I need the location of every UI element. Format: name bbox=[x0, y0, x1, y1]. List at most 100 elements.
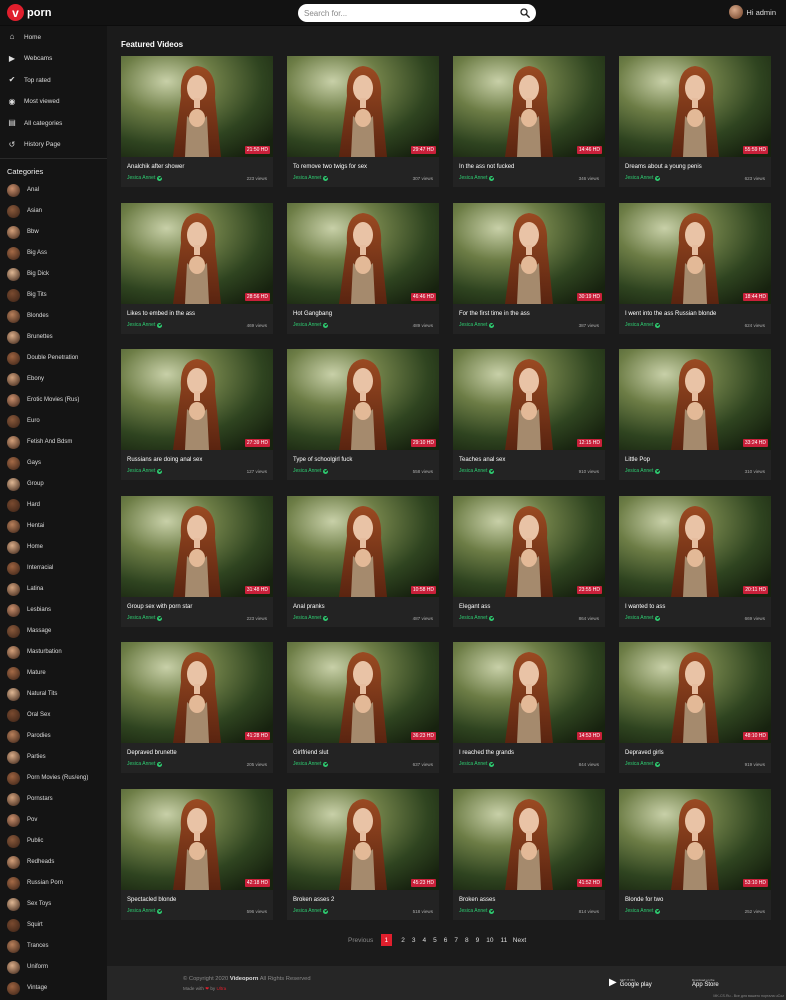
video-author[interactable]: Jesica Annet bbox=[625, 908, 661, 914]
category-item[interactable]: Group bbox=[0, 474, 107, 495]
page-6-button[interactable]: 6 bbox=[444, 937, 448, 944]
category-item[interactable]: Brunettes bbox=[0, 327, 107, 348]
video-card[interactable]: 14:46 HD In the ass not fucked Jesica Anne… bbox=[453, 56, 605, 187]
video-author[interactable]: Jesica Annet bbox=[459, 175, 495, 181]
category-item[interactable]: Double Penetration bbox=[0, 348, 107, 369]
video-title[interactable]: Girlfriend slut bbox=[293, 750, 328, 756]
video-author[interactable]: Jesica Annet bbox=[625, 615, 661, 621]
category-item[interactable]: Pov bbox=[0, 810, 107, 831]
category-item[interactable]: Asian bbox=[0, 201, 107, 222]
page-11-button[interactable]: 11 bbox=[501, 937, 508, 944]
video-title[interactable]: To remove two twigs for sex bbox=[293, 164, 367, 170]
category-item[interactable]: Public bbox=[0, 831, 107, 852]
video-thumbnail[interactable]: 21:50 HD bbox=[121, 56, 273, 157]
category-item[interactable]: Erotic Movies (Rus) bbox=[0, 390, 107, 411]
search-input[interactable] bbox=[304, 5, 514, 21]
page-2-button[interactable]: 2 bbox=[401, 937, 405, 944]
video-thumbnail[interactable]: 28:56 HD bbox=[121, 203, 273, 304]
video-thumbnail[interactable]: 29:47 HD bbox=[287, 56, 439, 157]
video-thumbnail[interactable]: 45:23 HD bbox=[287, 789, 439, 890]
page-8-button[interactable]: 8 bbox=[465, 937, 469, 944]
sidebar-item-all-categories[interactable]: ▤ All categories bbox=[0, 113, 107, 135]
video-card[interactable]: 23:55 HD Elegant ass Jesica Annet 864 views bbox=[453, 496, 605, 627]
category-item[interactable]: Big Dick bbox=[0, 264, 107, 285]
video-card[interactable]: 55:59 HD Dreams about a young penis Jesica… bbox=[619, 56, 771, 187]
site-logo[interactable]: v porn bbox=[7, 4, 51, 21]
video-author[interactable]: Jesica Annet bbox=[459, 615, 495, 621]
video-title[interactable]: I reached the grands bbox=[459, 750, 514, 756]
category-item[interactable]: Massage bbox=[0, 621, 107, 642]
page-previous-button[interactable]: Previous bbox=[348, 937, 373, 944]
video-title[interactable]: In the ass not fucked bbox=[459, 164, 514, 170]
video-author[interactable]: Jesica Annet bbox=[625, 175, 661, 181]
video-card[interactable]: 41:52 HD Broken asses Jesica Annet 814 view… bbox=[453, 789, 605, 920]
video-card[interactable]: 10:58 HD Anal pranks Jesica Annet 487 views bbox=[287, 496, 439, 627]
video-author[interactable]: Jesica Annet bbox=[293, 322, 329, 328]
app-store-badge[interactable]: Download on the App Store bbox=[689, 976, 719, 989]
video-card[interactable]: 48:10 HD Depraved girls Jesica Annet 919 vi… bbox=[619, 642, 771, 773]
video-author[interactable]: Jesica Annet bbox=[127, 322, 163, 328]
video-thumbnail[interactable]: 14:46 HD bbox=[453, 56, 605, 157]
video-author[interactable]: Jesica Annet bbox=[625, 468, 661, 474]
video-thumbnail[interactable]: 42:18 HD bbox=[121, 789, 273, 890]
video-title[interactable]: Depraved girls bbox=[625, 750, 664, 756]
category-item[interactable]: Hentai bbox=[0, 516, 107, 537]
sidebar-item-most-viewed[interactable]: ◉ Most viewed bbox=[0, 91, 107, 113]
category-item[interactable]: Lesbians bbox=[0, 600, 107, 621]
video-card[interactable]: 20:11 HD I wanted to ass Jesica Annet 669 v… bbox=[619, 496, 771, 627]
user-menu[interactable]: Hi admin bbox=[729, 5, 776, 19]
video-title[interactable]: Broken asses 2 bbox=[293, 897, 334, 903]
category-item[interactable]: Masturbation bbox=[0, 642, 107, 663]
video-thumbnail[interactable]: 27:39 HD bbox=[121, 349, 273, 450]
video-author[interactable]: Jesica Annet bbox=[127, 175, 163, 181]
video-thumbnail[interactable]: 41:52 HD bbox=[453, 789, 605, 890]
video-author[interactable]: Jesica Annet bbox=[293, 908, 329, 914]
video-card[interactable]: 12:15 HD Teaches anal sex Jesica Annet 910 … bbox=[453, 349, 605, 480]
page-next-button[interactable]: Next bbox=[513, 937, 526, 944]
video-card[interactable]: 29:47 HD To remove two twigs for sex Jesic… bbox=[287, 56, 439, 187]
video-card[interactable]: 46:46 HD Hot Gangbang Jesica Annet 489 view… bbox=[287, 203, 439, 334]
video-author[interactable]: Jesica Annet bbox=[459, 322, 495, 328]
video-author[interactable]: Jesica Annet bbox=[293, 615, 329, 621]
video-title[interactable]: Little Pop bbox=[625, 457, 650, 463]
video-thumbnail[interactable]: 30:19 HD bbox=[453, 203, 605, 304]
category-item[interactable]: Pornstars bbox=[0, 789, 107, 810]
video-author[interactable]: Jesica Annet bbox=[293, 468, 329, 474]
video-thumbnail[interactable]: 55:59 HD bbox=[619, 56, 771, 157]
footer-brand[interactable]: Videoporn bbox=[230, 976, 259, 982]
page-7-button[interactable]: 7 bbox=[454, 937, 458, 944]
video-card[interactable]: 30:19 HD For the first time in the ass Jes… bbox=[453, 203, 605, 334]
category-item[interactable]: Sex Toys bbox=[0, 894, 107, 915]
video-title[interactable]: Hot Gangbang bbox=[293, 311, 332, 317]
video-card[interactable]: 14:53 HD I reached the grands Jesica Annet… bbox=[453, 642, 605, 773]
video-thumbnail[interactable]: 33:24 HD bbox=[619, 349, 771, 450]
category-item[interactable]: Gays bbox=[0, 453, 107, 474]
video-author[interactable]: Jesica Annet bbox=[625, 761, 661, 767]
video-title[interactable]: Blonde for two bbox=[625, 897, 663, 903]
video-author[interactable]: Jesica Annet bbox=[625, 322, 661, 328]
author-link[interactable]: Ultra bbox=[217, 986, 227, 991]
category-item[interactable]: Ebony bbox=[0, 369, 107, 390]
page-3-button[interactable]: 3 bbox=[412, 937, 416, 944]
video-title[interactable]: Spectacled blonde bbox=[127, 897, 176, 903]
video-card[interactable]: 31:48 HD Group sex with porn star Jesica A… bbox=[121, 496, 273, 627]
video-title[interactable]: Dreams about a young penis bbox=[625, 164, 702, 170]
page-1-button[interactable]: 1 bbox=[380, 934, 392, 946]
video-author[interactable]: Jesica Annet bbox=[127, 908, 163, 914]
video-title[interactable]: Depraved brunette bbox=[127, 750, 177, 756]
video-title[interactable]: Analchik after shower bbox=[127, 164, 184, 170]
video-thumbnail[interactable]: 31:48 HD bbox=[121, 496, 273, 597]
sidebar-item-history-page[interactable]: ↺ History Page bbox=[0, 134, 107, 156]
category-item[interactable]: Euro bbox=[0, 411, 107, 432]
sidebar-item-home[interactable]: ⌂ Home bbox=[0, 26, 107, 48]
category-item[interactable]: Uniform bbox=[0, 957, 107, 978]
category-item[interactable]: Home bbox=[0, 537, 107, 558]
sidebar-item-top-rated[interactable]: ✔ Top rated bbox=[0, 70, 107, 92]
video-title[interactable]: Teaches anal sex bbox=[459, 457, 505, 463]
category-item[interactable]: Oral Sex bbox=[0, 705, 107, 726]
video-author[interactable]: Jesica Annet bbox=[459, 908, 495, 914]
category-item[interactable]: Porn Movies (Rus/eng) bbox=[0, 768, 107, 789]
category-item[interactable]: Interracial bbox=[0, 558, 107, 579]
video-author[interactable]: Jesica Annet bbox=[127, 761, 163, 767]
video-thumbnail[interactable]: 10:58 HD bbox=[287, 496, 439, 597]
